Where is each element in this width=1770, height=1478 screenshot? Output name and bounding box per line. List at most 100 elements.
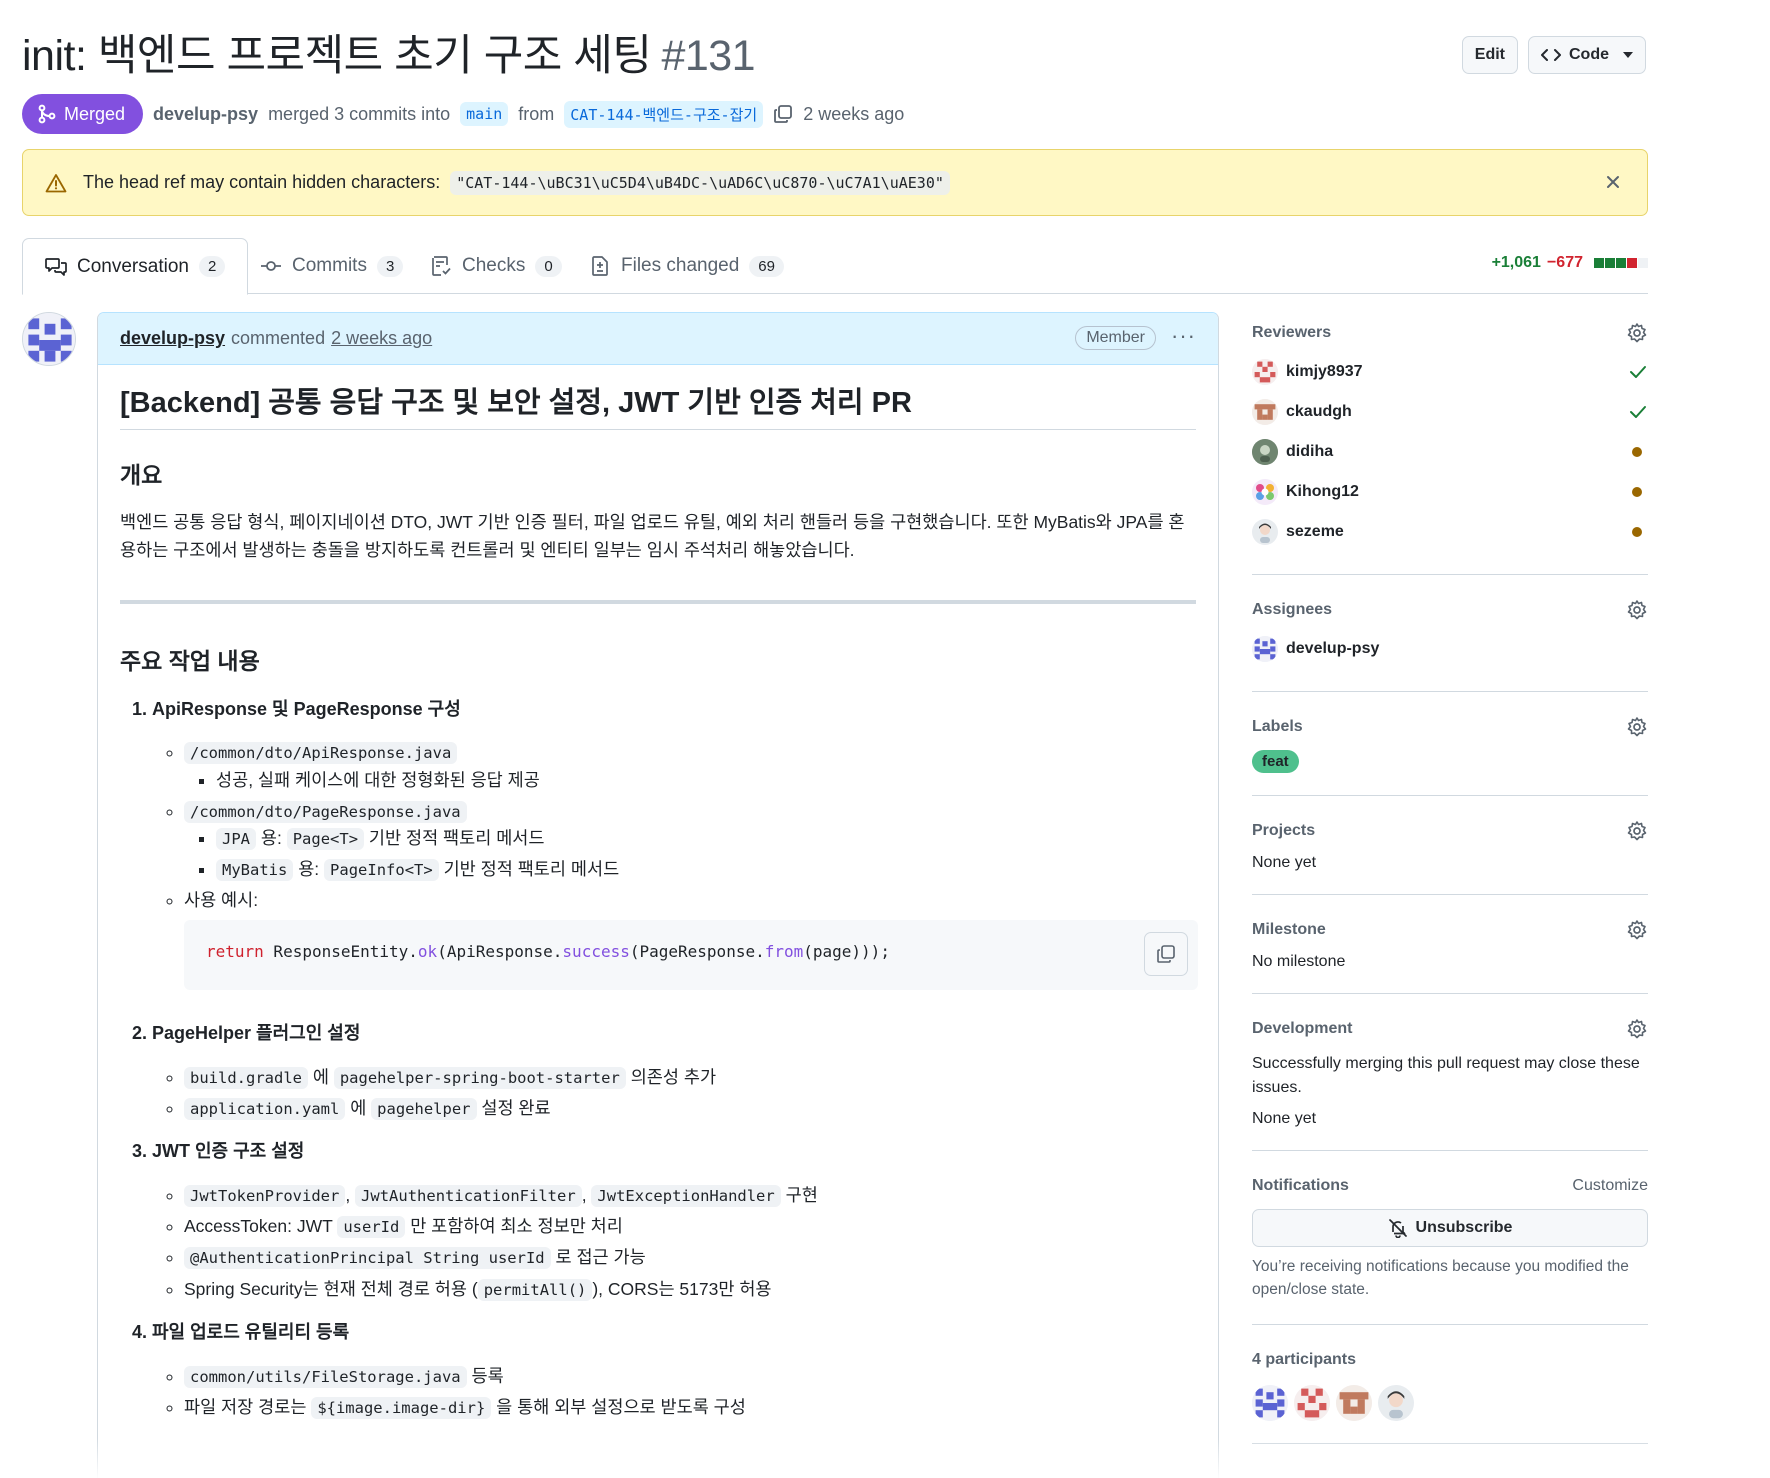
assignees-heading-label: Assignees [1252, 601, 1333, 618]
edit-button[interactable]: Edit [1461, 36, 1518, 74]
pr-author-link[interactable]: develup-psy [153, 104, 258, 125]
list-item: build.gradle 에 pagehelper-spring-boot-st… [184, 1064, 1196, 1091]
inline-code: ${image.image-dir} [311, 1396, 492, 1419]
notifications-section: Notifications Customize Unsubscribe You’… [1252, 1173, 1648, 1325]
development-section: Development Successfully merging this pu… [1252, 1016, 1648, 1151]
reviewer-name: kimjy8937 [1286, 363, 1363, 380]
reviewer-item[interactable]: Kihong12 [1252, 472, 1648, 512]
avatar[interactable] [1336, 1384, 1372, 1421]
code-text: (page))); [803, 942, 890, 962]
development-value: None yet [1252, 1110, 1317, 1127]
work-heading: 주요 작업 내용 [120, 647, 260, 674]
tab-commits-count: 3 [376, 255, 404, 277]
inline-code: @AuthenticationPrincipal String userId [184, 1247, 551, 1270]
avatar[interactable] [1378, 1384, 1414, 1421]
assignee-item[interactable]: develup-psy [1252, 629, 1648, 669]
title-row: init: 백엔드 프로젝트 초기 구조 세팅 #131 Edit Code [22, 28, 1646, 84]
reviewer-list: kimjy8937 ckaudgh didiha Kihong12 sezeme [1252, 352, 1648, 552]
head-branch[interactable]: CAT-144-백엔드-구조-잡기 [564, 100, 764, 128]
list-item: MyBatis 용: PageInfo<T> 기반 정적 팩토리 메서드 [216, 856, 1196, 883]
unsubscribe-button[interactable]: Unsubscribe [1252, 1209, 1648, 1247]
inline-code: pagehelper-spring-boot-starter [333, 1067, 626, 1090]
inline-code: /common/dto/ApiResponse.java [184, 742, 458, 765]
participants-section: 4 participants [1252, 1347, 1648, 1444]
copy-code-button[interactable] [1144, 932, 1188, 977]
item-1-title: ApiResponse 및 PageResponse 구성 [152, 698, 461, 719]
pr-description-comment: develup-psy commented 2 weeks ago Member… [97, 312, 1219, 1478]
text: 에 [312, 1067, 329, 1088]
author-avatar[interactable] [22, 312, 76, 366]
header-actions: Edit Code [1461, 36, 1646, 74]
diffstat-bar [1638, 258, 1648, 268]
comment-heading: [Backend] 공통 응답 구조 및 보안 설정, JWT 기반 인증 처리… [120, 385, 1196, 431]
code-fn: from [764, 942, 804, 962]
pending-review-icon [1632, 527, 1642, 537]
assignees-heading: Assignees [1252, 597, 1648, 623]
inline-code: userId [337, 1216, 406, 1239]
inline-code: JwtExceptionHandler [591, 1185, 781, 1208]
pr-page: init: 백엔드 프로젝트 초기 구조 세팅 #131 Edit Code Me… [0, 0, 1770, 1478]
kebab-horizontal-icon[interactable]: ··· [1171, 323, 1196, 349]
reviewers-heading: Reviewers [1252, 320, 1648, 346]
inline-code: common/utils/FileStorage.java [184, 1365, 467, 1388]
gear-icon[interactable] [1626, 820, 1648, 842]
divider [120, 599, 1196, 604]
labels-heading: Labels [1252, 714, 1648, 740]
from-text: from [518, 103, 555, 124]
reviewer-name: ckaudgh [1286, 403, 1352, 420]
gear-icon[interactable] [1626, 599, 1648, 621]
tab-conversation[interactable]: Conversation 2 [22, 238, 249, 295]
list-item: common/utils/FileStorage.java 등록 [184, 1363, 1196, 1390]
reviewer-item[interactable]: ckaudgh [1252, 392, 1648, 432]
milestone-heading-label: Milestone [1252, 921, 1326, 938]
caret-down-icon [1623, 52, 1633, 58]
text: 기반 정적 팩토리 메서드 [443, 858, 620, 879]
tab-conversation-label: Conversation [77, 255, 189, 277]
base-branch[interactable]: main [460, 102, 509, 126]
reviewer-item[interactable]: kimjy8937 [1252, 352, 1648, 392]
inline-code: PageInfo<T> [324, 858, 439, 881]
unsubscribe-label: Unsubscribe [1415, 1219, 1513, 1236]
gear-icon[interactable] [1626, 1018, 1648, 1040]
projects-heading: Projects [1252, 818, 1648, 844]
label-feat[interactable]: feat [1252, 750, 1299, 773]
code-button[interactable]: Code [1528, 36, 1646, 74]
diffstat: +1,061 −677 [1492, 254, 1648, 272]
tab-files-changed[interactable]: Files changed 69 [567, 238, 806, 294]
avatar [1252, 519, 1278, 545]
sub-list: common/utils/FileStorage.java 등록 파일 저장 경… [152, 1363, 1196, 1421]
pr-meta: Merged develup-psy merged 3 commits into… [22, 94, 904, 134]
notifications-note: You’re receiving notifications because y… [1252, 1258, 1629, 1299]
text: 용: [260, 827, 282, 848]
merged-text: merged 3 commits into [268, 103, 451, 124]
inline-code: JwtAuthenticationFilter [355, 1185, 582, 1208]
gear-icon[interactable] [1626, 919, 1648, 941]
list-item: JwtTokenProvider, JwtAuthenticationFilte… [184, 1182, 1196, 1209]
copy-branch-icon[interactable] [773, 104, 793, 124]
tab-checks[interactable]: Checks 0 [408, 238, 584, 294]
gear-icon[interactable] [1626, 716, 1648, 738]
reviewers-heading-label: Reviewers [1252, 324, 1332, 341]
tab-checks-label: Checks [462, 255, 526, 276]
reviewer-item[interactable]: didiha [1252, 432, 1648, 472]
tab-commits[interactable]: Commits 3 [238, 238, 425, 294]
reviewer-name: sezeme [1286, 523, 1344, 540]
comment-time-link[interactable]: 2 weeks ago [331, 328, 432, 349]
text: 사용 예시: [184, 890, 259, 911]
list-item: ApiResponse 및 PageResponse 구성 /common/dt… [152, 696, 1198, 991]
avatar[interactable] [1252, 1384, 1288, 1421]
code-text: ResponseEntity. [263, 942, 418, 962]
reviewer-item[interactable]: sezeme [1252, 512, 1648, 552]
avatar [1252, 479, 1278, 505]
close-icon[interactable] [1601, 170, 1625, 194]
customize-link[interactable]: Customize [1572, 1177, 1648, 1195]
deletions-count: −677 [1546, 254, 1583, 271]
gear-icon[interactable] [1626, 322, 1648, 344]
additions-count: +1,061 [1491, 254, 1541, 271]
comment-author-link[interactable]: develup-psy [120, 328, 225, 349]
item-4-title: 파일 업로드 유틸리티 등록 [152, 1321, 350, 1342]
avatar[interactable] [1294, 1384, 1330, 1421]
code-button-label: Code [1569, 46, 1609, 63]
member-badge: Member [1075, 326, 1156, 350]
text: 의존성 추가 [630, 1067, 717, 1088]
